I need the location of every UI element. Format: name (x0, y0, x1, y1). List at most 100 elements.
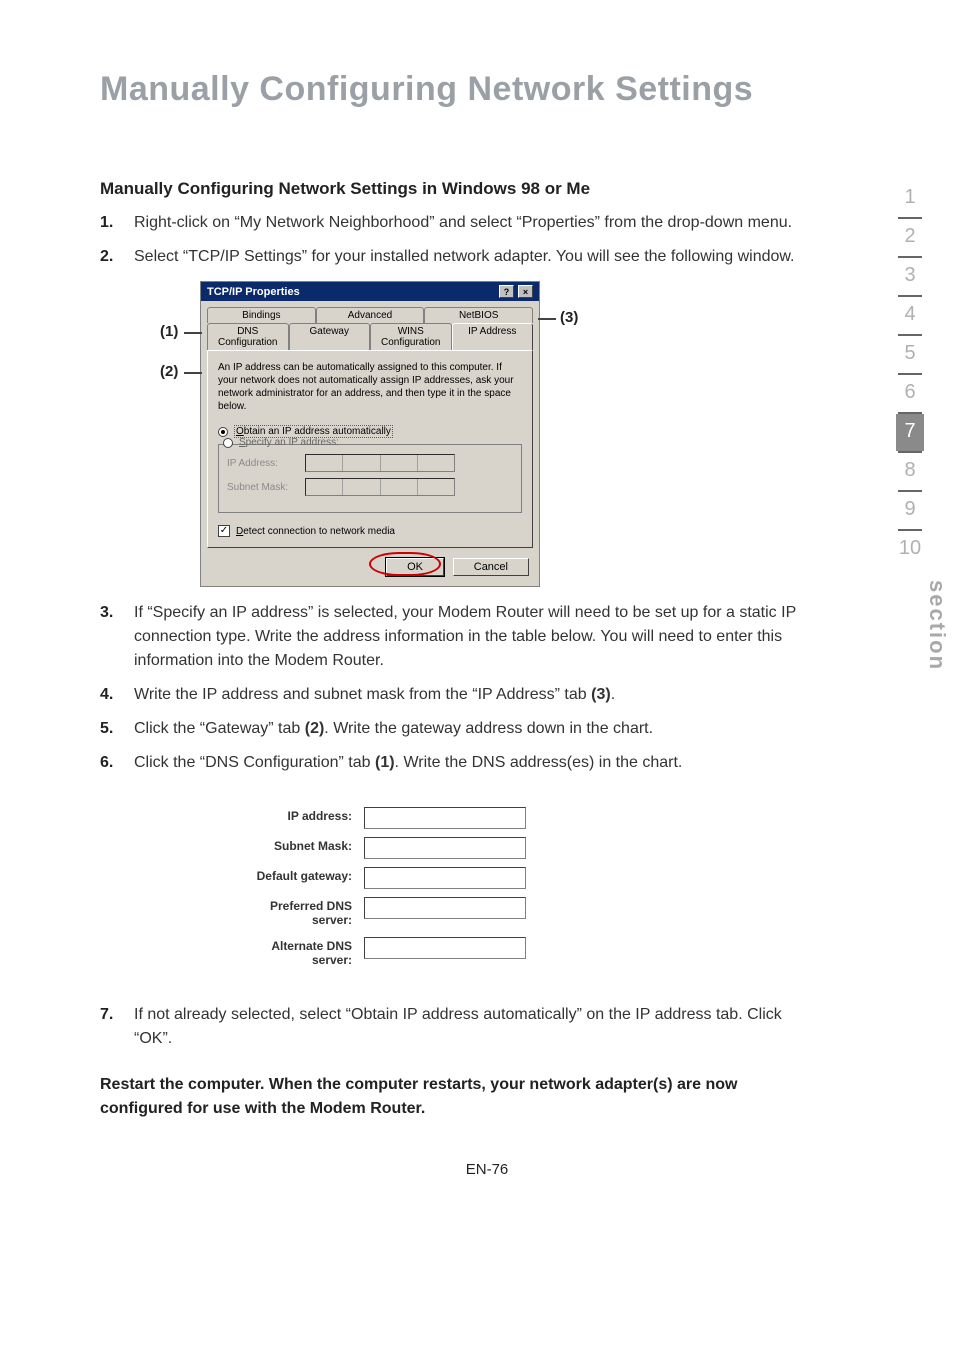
table-label-default-gateway: Default gateway: (220, 863, 360, 893)
step-text: Write the IP address and subnet mask fro… (134, 683, 800, 707)
step-3: 3. If “Specify an IP address” is selecte… (100, 601, 800, 673)
checkbox-checked-icon: ✓ (218, 525, 230, 537)
side-index-4: 4 (896, 297, 924, 334)
table-label-alternate-dns: Alternate DNS server: (220, 933, 360, 973)
callout-2-line (184, 372, 202, 374)
address-table: IP address: Subnet Mask: Default gateway… (220, 803, 530, 973)
callout-3-line (538, 318, 556, 320)
ip-address-field: IP Address: (227, 454, 513, 472)
step-5: 5. Click the “Gateway” tab (2). Write th… (100, 717, 800, 741)
tab-advanced[interactable]: Advanced (316, 307, 425, 323)
tab-netbios[interactable]: NetBIOS (424, 307, 533, 323)
tab-dns-configuration[interactable]: DNS Configuration (207, 323, 289, 350)
callout-1-text: (1) (160, 323, 178, 340)
step-4: 4. Write the IP address and subnet mask … (100, 683, 800, 707)
step-num: 3. (100, 601, 134, 625)
callout-1-line (184, 332, 202, 334)
ip-address-label: IP Address: (227, 458, 305, 469)
ok-button[interactable]: OK (386, 558, 444, 576)
callout-1: (1) (160, 323, 178, 340)
subnet-mask-input[interactable] (305, 478, 455, 496)
step-7: 7. If not already selected, select “Obta… (100, 1003, 800, 1051)
radio-auto-text: btain an IP address automatically (244, 426, 391, 437)
step-6: 6. Click the “DNS Configuration” tab (1)… (100, 751, 800, 775)
radio-dot-empty (223, 438, 233, 448)
step-6-bold: (1) (375, 754, 395, 771)
side-section-label: section (924, 580, 950, 671)
side-index-7-active: 7 (896, 414, 924, 451)
step-6-before: Click the “DNS Configuration” tab (134, 754, 375, 771)
side-index: 1 2 3 4 5 6 7 8 9 10 (896, 180, 924, 568)
tcpip-dialog: TCP/IP Properties ? × Bindings Advanced … (200, 281, 540, 587)
step-2: 2. Select “TCP/IP Settings” for your ins… (100, 245, 800, 269)
step-num: 6. (100, 751, 134, 775)
side-index-3: 3 (896, 258, 924, 295)
footer-note: Restart the computer. When the computer … (100, 1073, 800, 1121)
page-number: EN-76 (100, 1161, 874, 1178)
step-text: If not already selected, select “Obtain … (134, 1003, 800, 1051)
cancel-button[interactable]: Cancel (453, 558, 529, 576)
step-4-before: Write the IP address and subnet mask fro… (134, 686, 591, 703)
callout-3: (3) (560, 309, 578, 326)
tab-ip-address[interactable]: IP Address (452, 323, 534, 350)
close-button[interactable]: × (518, 285, 533, 298)
table-label-preferred-dns: Preferred DNS server: (220, 893, 360, 933)
help-button[interactable]: ? (499, 285, 514, 298)
subnet-mask-field: Subnet Mask: (227, 478, 513, 496)
step-5-bold: (2) (305, 720, 325, 737)
table-input-ip-address[interactable] (360, 803, 530, 833)
radio-auto-accel: O (236, 426, 244, 437)
dialog-title: TCP/IP Properties (207, 286, 300, 298)
table-row: Default gateway: (220, 863, 530, 893)
callout-2: (2) (160, 363, 178, 380)
table-input-alternate-dns[interactable] (360, 933, 530, 973)
tab-wins-configuration[interactable]: WINS Configuration (370, 323, 452, 350)
step-4-bold: (3) (591, 686, 611, 703)
detect-checkbox[interactable]: ✓ Detect connection to network media (218, 525, 522, 537)
side-index-2: 2 (896, 219, 924, 256)
tcpip-screenshot: (1) (2) (3) TCP/IP Properties ? × (200, 281, 800, 587)
specify-group: Specify an IP address: IP Address: Subne… (218, 444, 522, 513)
radio-spec-text: pecify an IP address: (246, 437, 339, 448)
ip-address-input[interactable] (305, 454, 455, 472)
dialog-tabs: Bindings Advanced NetBIOS DNS Configurat… (201, 301, 539, 350)
table-row: Alternate DNS server: (220, 933, 530, 973)
tab-gateway[interactable]: Gateway (289, 323, 371, 350)
step-5-after: . Write the gateway address down in the … (324, 720, 653, 737)
dialog-titlebar: TCP/IP Properties ? × (201, 282, 539, 301)
table-row: IP address: (220, 803, 530, 833)
dialog-pane: An IP address can be automatically assig… (207, 350, 533, 548)
step-1: 1. Right-click on “My Network Neighborho… (100, 211, 800, 235)
step-num: 7. (100, 1003, 134, 1027)
radio-specify[interactable]: Specify an IP address: (223, 437, 513, 448)
side-index-6: 6 (896, 375, 924, 412)
radio-dot-filled (218, 427, 228, 437)
side-index-8: 8 (896, 453, 924, 490)
page-title: Manually Configuring Network Settings (100, 70, 874, 109)
step-num: 4. (100, 683, 134, 707)
side-index-10: 10 (896, 531, 924, 568)
tab-bindings[interactable]: Bindings (207, 307, 316, 323)
step-text: If “Specify an IP address” is selected, … (134, 601, 800, 673)
table-label-ip-address: IP address: (220, 803, 360, 833)
step-text: Right-click on “My Network Neighborhood”… (134, 211, 800, 235)
table-label-subnet-mask: Subnet Mask: (220, 833, 360, 863)
step-5-before: Click the “Gateway” tab (134, 720, 305, 737)
checkbox-text: etect connection to network media (243, 526, 395, 537)
step-text: Click the “Gateway” tab (2). Write the g… (134, 717, 800, 741)
table-row: Preferred DNS server: (220, 893, 530, 933)
step-num: 1. (100, 211, 134, 235)
step-4-after: . (611, 686, 615, 703)
subnet-mask-label: Subnet Mask: (227, 482, 305, 493)
table-input-subnet-mask[interactable] (360, 833, 530, 863)
table-input-preferred-dns[interactable] (360, 893, 530, 933)
dialog-buttons: OK Cancel (201, 554, 539, 586)
table-row: Subnet Mask: (220, 833, 530, 863)
side-index-1: 1 (896, 180, 924, 217)
step-num: 2. (100, 245, 134, 269)
table-input-default-gateway[interactable] (360, 863, 530, 893)
step-text: Click the “DNS Configuration” tab (1). W… (134, 751, 800, 775)
step-num: 5. (100, 717, 134, 741)
callout-3-text: (3) (560, 309, 578, 326)
step-text: Select “TCP/IP Settings” for your instal… (134, 245, 800, 269)
